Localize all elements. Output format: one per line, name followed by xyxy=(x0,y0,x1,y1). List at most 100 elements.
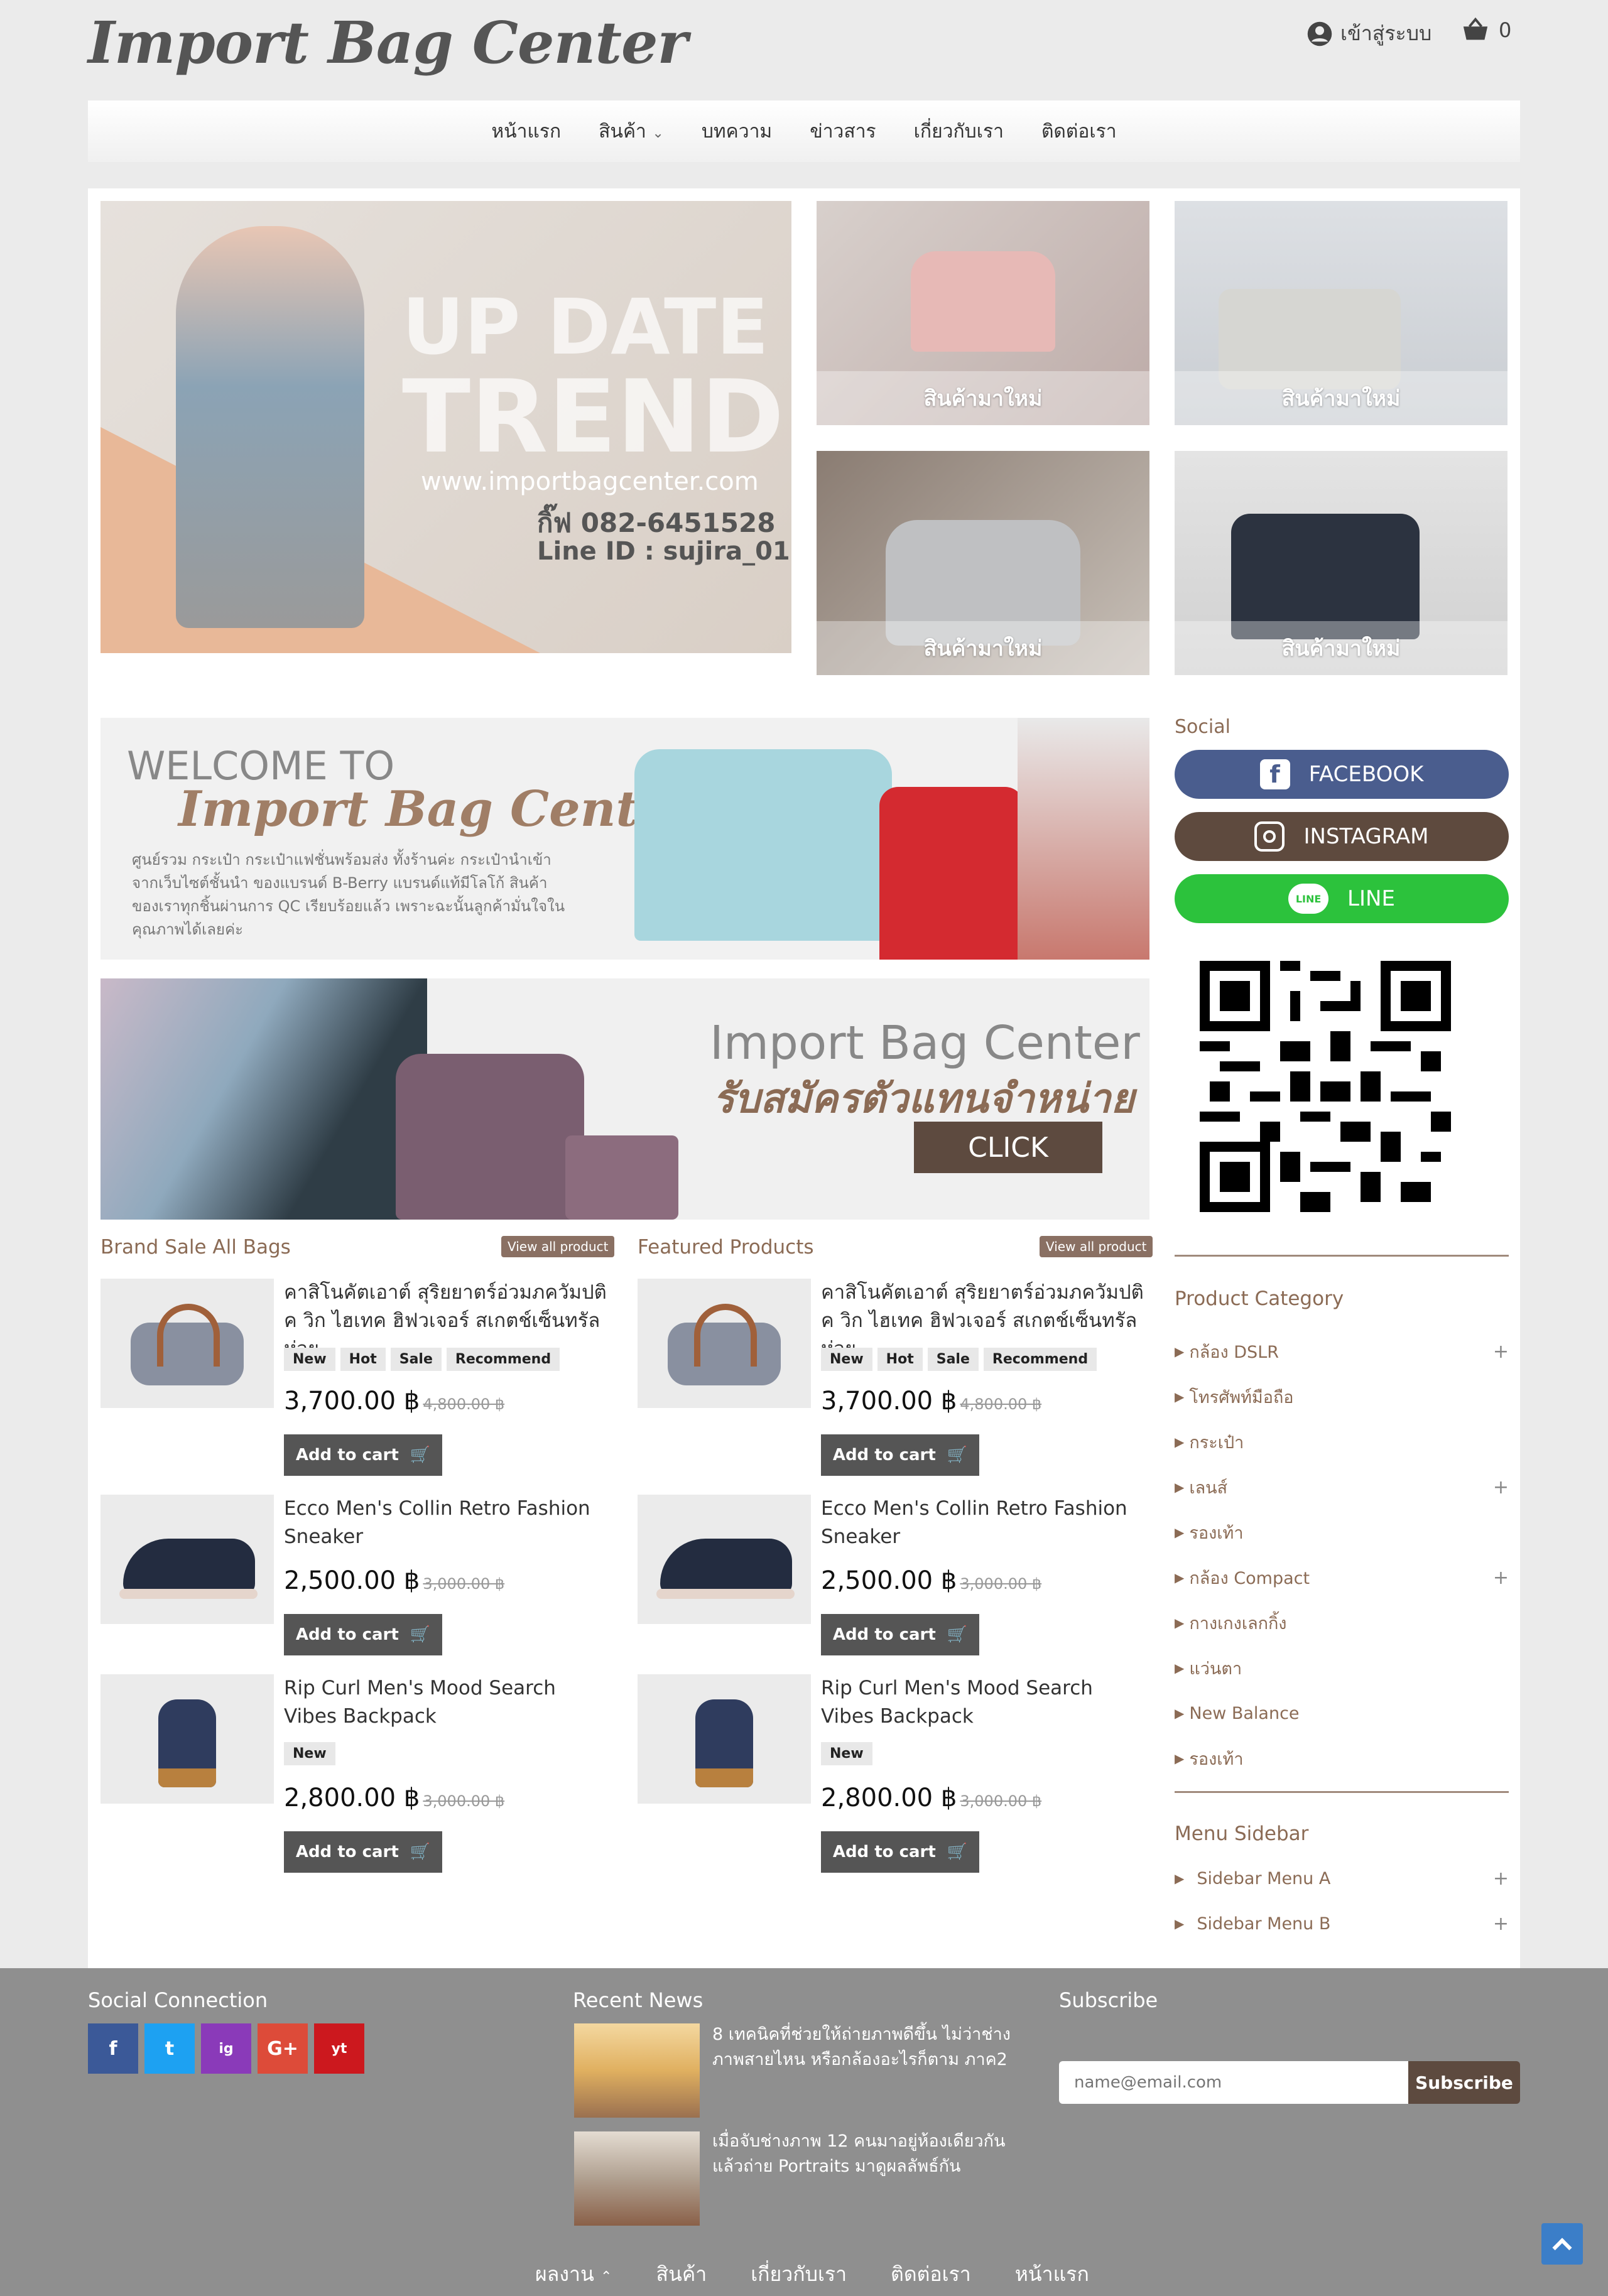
caret-right-icon: ▶ xyxy=(1175,1525,1185,1540)
sidebar-menu-item[interactable]: ▶ Sidebar Menu B + xyxy=(1175,1901,1509,1946)
twitter-icon[interactable]: t xyxy=(144,2023,195,2074)
product-name[interactable]: Ecco Men's Collin Retro Fashion Sneaker xyxy=(821,1495,1148,1551)
nav-contact[interactable]: ติดต่อเรา xyxy=(1041,117,1117,146)
expand-plus-icon[interactable]: + xyxy=(1493,1913,1509,1935)
agent-brand: Import Bag Center xyxy=(710,1016,1140,1070)
add-to-cart-button[interactable]: Add to cart 🛒 xyxy=(284,1434,442,1476)
news-item-title[interactable]: 8 เทคนิคที่ช่วยให้ถ่ายภาพดีขึ้น ไม่ว่าช่… xyxy=(712,2022,1033,2072)
email-input[interactable] xyxy=(1059,2061,1408,2104)
footer-nav-about[interactable]: เกี่ยวกับเรา xyxy=(751,2258,847,2290)
category-item[interactable]: ▶ กล้อง Compact + xyxy=(1175,1555,1509,1600)
product-image[interactable] xyxy=(638,1279,811,1408)
badge-hot: Hot xyxy=(340,1348,386,1371)
view-all-button[interactable]: View all product xyxy=(1040,1236,1153,1257)
add-to-cart-button[interactable]: Add to cart 🛒 xyxy=(821,1434,979,1476)
category-item[interactable]: ▶ รองเท้า xyxy=(1175,1510,1509,1555)
new-arrival-tile-2[interactable]: สินค้ามาใหม่ xyxy=(1175,201,1508,425)
facebook-button[interactable]: f FACEBOOK xyxy=(1175,750,1509,799)
hero-line2: TREND xyxy=(402,358,785,475)
nav-about[interactable]: เกี่ยวกับเรา xyxy=(914,117,1004,146)
footer-nav-portfolio[interactable]: ผลงาน ⌃ xyxy=(535,2258,612,2290)
login-link[interactable]: เข้าสู่ระบบ xyxy=(1306,18,1431,50)
youtube-icon[interactable]: yt xyxy=(314,2023,364,2074)
nav-news[interactable]: ข่าวสาร xyxy=(810,117,876,146)
badge-recommend: Recommend xyxy=(446,1348,560,1371)
price-row: 2,500.00 ฿ 3,000.00 ฿ xyxy=(821,1566,1041,1595)
category-item[interactable]: ▶ แว่นตา xyxy=(1175,1645,1509,1691)
new-arrival-tile-1[interactable]: สินค้ามาใหม่ xyxy=(817,201,1149,425)
line-icon: LINE xyxy=(1288,884,1329,914)
instagram-icon[interactable]: ig xyxy=(201,2023,251,2074)
badge-row: New xyxy=(821,1742,877,1765)
category-item[interactable]: ▶ กล้อง DSLR + xyxy=(1175,1329,1509,1374)
category-label: กระเป๋า xyxy=(1189,1432,1244,1453)
back-to-top-button[interactable] xyxy=(1541,2223,1583,2265)
price-row: 3,700.00 ฿ 4,800.00 ฿ xyxy=(284,1387,504,1416)
badge-sale: Sale xyxy=(390,1348,442,1371)
add-to-cart-label: Add to cart xyxy=(832,1625,936,1644)
category-item[interactable]: ▶ กางเกงเลกกิ้ง xyxy=(1175,1600,1509,1645)
expand-plus-icon[interactable]: + xyxy=(1493,1868,1509,1890)
nav-home[interactable]: หน้าแรก xyxy=(491,117,561,146)
new-arrival-tile-4[interactable]: สินค้ามาใหม่ xyxy=(1175,451,1508,675)
footer-nav-home[interactable]: หน้าแรก xyxy=(1015,2258,1089,2290)
line-label: LINE xyxy=(1347,886,1395,911)
product-name[interactable]: Ecco Men's Collin Retro Fashion Sneaker xyxy=(284,1495,611,1551)
hero-banner[interactable]: UP DATE TREND www.importbagcenter.com กิ… xyxy=(100,201,791,653)
price-row: 2,500.00 ฿ 3,000.00 ฿ xyxy=(284,1566,504,1595)
sidebar-menu-label: Sidebar Menu B xyxy=(1197,1914,1331,1934)
google-plus-icon[interactable]: G+ xyxy=(258,2023,308,2074)
product-price: 3,700.00 ฿ xyxy=(284,1387,420,1416)
site-logo[interactable]: Import Bag Center xyxy=(88,9,688,77)
news-thumb[interactable] xyxy=(574,2131,700,2226)
product-image[interactable] xyxy=(638,1495,811,1624)
instagram-button[interactable]: INSTAGRAM xyxy=(1175,812,1509,861)
footer-nav: ผลงาน ⌃ สินค้า เกี่ยวกับเรา ติดต่อเรา หน… xyxy=(535,2258,1089,2290)
facebook-icon[interactable]: f xyxy=(88,2023,138,2074)
hero-line-id: Line ID : sujira_01 xyxy=(537,537,790,566)
add-to-cart-button[interactable]: Add to cart 🛒 xyxy=(821,1614,979,1655)
product-image[interactable] xyxy=(100,1279,274,1408)
expand-plus-icon[interactable]: + xyxy=(1493,1476,1509,1498)
product-image[interactable] xyxy=(638,1674,811,1804)
news-thumb[interactable] xyxy=(574,2023,700,2118)
nav-products[interactable]: สินค้า ⌄ xyxy=(599,117,664,146)
expand-plus-icon[interactable]: + xyxy=(1493,1341,1509,1363)
hero-url: www.importbagcenter.com xyxy=(421,467,759,496)
product-name[interactable]: Rip Curl Men's Mood Search Vibes Backpac… xyxy=(284,1674,611,1731)
footer-nav-products[interactable]: สินค้า xyxy=(656,2258,707,2290)
cart-icon: 🛒 xyxy=(947,1446,968,1465)
agent-banner[interactable]: Import Bag Center รับสมัครตัวแทนจำหน่าย … xyxy=(100,978,1149,1220)
product-image[interactable] xyxy=(100,1495,274,1624)
news-item-title[interactable]: เมื่อจับช่างภาพ 12 คนมาอยู่ห้องเดียวกันแ… xyxy=(712,2129,1033,2179)
category-item[interactable]: ▶ รองเท้า xyxy=(1175,1736,1509,1781)
product-name[interactable]: Rip Curl Men's Mood Search Vibes Backpac… xyxy=(821,1674,1148,1731)
instagram-icon xyxy=(1254,821,1285,852)
category-label: New Balance xyxy=(1189,1703,1300,1723)
cart-link[interactable]: 0 xyxy=(1461,18,1511,43)
nav-articles[interactable]: บทความ xyxy=(702,117,772,146)
sidebar-menu-item[interactable]: ▶ Sidebar Menu A + xyxy=(1175,1856,1509,1901)
footer-nav-portfolio-label: ผลงาน xyxy=(535,2262,594,2286)
line-button[interactable]: LINE LINE xyxy=(1175,874,1509,923)
add-to-cart-button[interactable]: Add to cart 🛒 xyxy=(821,1831,979,1873)
badge-new: New xyxy=(284,1348,335,1371)
category-item[interactable]: ▶ เลนส์ + xyxy=(1175,1465,1509,1510)
product-image[interactable] xyxy=(100,1674,274,1804)
add-to-cart-button[interactable]: Add to cart 🛒 xyxy=(284,1614,442,1655)
expand-plus-icon[interactable]: + xyxy=(1493,1567,1509,1589)
view-all-button[interactable]: View all product xyxy=(501,1236,615,1257)
main-nav: หน้าแรก สินค้า ⌄ บทความ ข่าวสาร เกี่ยวกั… xyxy=(88,100,1520,162)
category-item[interactable]: ▶ New Balance xyxy=(1175,1691,1509,1736)
add-to-cart-button[interactable]: Add to cart 🛒 xyxy=(284,1831,442,1873)
new-arrival-tile-3[interactable]: สินค้ามาใหม่ xyxy=(817,451,1149,675)
cart-icon: 🛒 xyxy=(410,1625,431,1644)
category-label: โทรศัพท์มือถือ xyxy=(1189,1387,1294,1407)
category-item[interactable]: ▶ โทรศัพท์มือถือ xyxy=(1175,1374,1509,1419)
category-item[interactable]: ▶ กระเป๋า xyxy=(1175,1419,1509,1465)
price-row: 3,700.00 ฿ 4,800.00 ฿ xyxy=(821,1387,1041,1416)
footer-nav-contact[interactable]: ติดต่อเรา xyxy=(891,2258,971,2290)
agent-click-button[interactable]: CLICK xyxy=(914,1122,1102,1173)
subscribe-button[interactable]: Subscribe xyxy=(1408,2061,1520,2104)
welcome-banner[interactable]: WELCOME TO Import Bag Center ศูนย์รวม กร… xyxy=(100,718,1149,960)
